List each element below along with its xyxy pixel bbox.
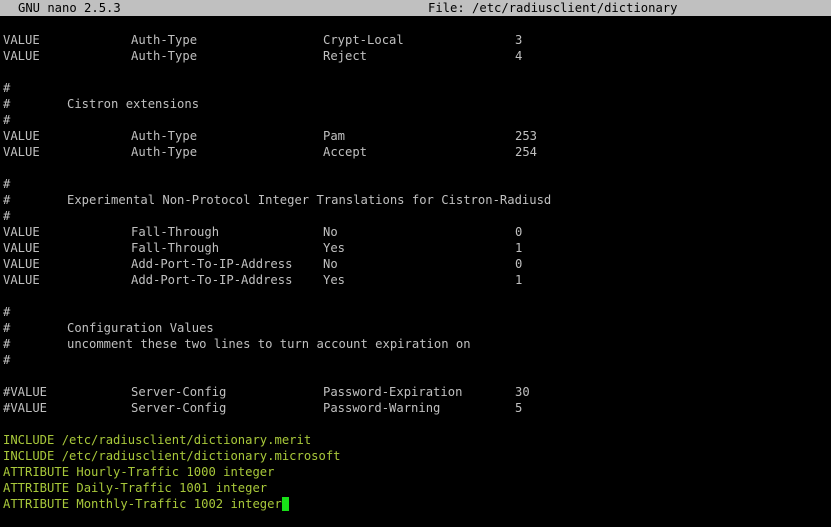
line-attribute: Auth-Type bbox=[131, 129, 198, 143]
editor-line[interactable]: # bbox=[3, 304, 831, 320]
line-attribute: Add-Port-To-IP-Address bbox=[131, 273, 293, 287]
line-value-name: Pam bbox=[323, 129, 346, 143]
editor-line[interactable] bbox=[3, 288, 831, 304]
comment-marker: # bbox=[3, 113, 11, 127]
comment-text: uncomment these two lines to turn accoun… bbox=[67, 337, 471, 351]
editor-line[interactable]: INCLUDE /etc/radiusclient/dictionary.mer… bbox=[3, 432, 831, 448]
editor-line[interactable]: # bbox=[3, 176, 831, 192]
editor-line[interactable]: VALUE Fall-Through No 0 bbox=[3, 224, 831, 240]
comment-marker: # bbox=[3, 209, 11, 223]
editor-line[interactable]: VALUE Add-Port-To-IP-Address Yes 1 bbox=[3, 272, 831, 288]
line-value-name: Yes bbox=[323, 273, 346, 287]
editor-line[interactable]: # bbox=[3, 80, 831, 96]
line-value-number: 3 bbox=[515, 33, 523, 47]
directive-text: ATTRIBUTE Monthly-Traffic 1002 integer bbox=[3, 497, 282, 511]
editor-line[interactable]: ATTRIBUTE Hourly-Traffic 1000 integer bbox=[3, 464, 831, 480]
editor-line[interactable]: VALUE Add-Port-To-IP-Address No 0 bbox=[3, 256, 831, 272]
editor-name: GNU nano 2.5.3 bbox=[18, 1, 121, 15]
editor-line[interactable] bbox=[3, 64, 831, 80]
comment-marker: # bbox=[3, 97, 11, 111]
comment-marker: # bbox=[3, 353, 11, 367]
directive-text: INCLUDE /etc/radiusclient/dictionary.mer… bbox=[3, 433, 312, 447]
line-keyword: VALUE bbox=[3, 257, 40, 271]
directive-text: ATTRIBUTE Hourly-Traffic 1000 integer bbox=[3, 465, 275, 479]
editor-line[interactable]: # Experimental Non-Protocol Integer Trans… bbox=[3, 192, 831, 208]
editor-line[interactable]: # Configuration Values bbox=[3, 320, 831, 336]
editor-line[interactable]: # bbox=[3, 208, 831, 224]
line-value-number: 254 bbox=[515, 145, 538, 159]
line-keyword: #VALUE bbox=[3, 401, 48, 415]
comment-marker: # bbox=[3, 337, 11, 351]
line-value-number: 0 bbox=[515, 225, 523, 239]
editor-line[interactable]: VALUE Auth-Type Pam 253 bbox=[3, 128, 831, 144]
line-value-name: Password-Warning bbox=[323, 401, 441, 415]
line-attribute: Auth-Type bbox=[131, 145, 198, 159]
comment-marker: # bbox=[3, 305, 11, 319]
line-value-name: Crypt-Local bbox=[323, 33, 404, 47]
editor-line[interactable]: # Cistron extensions bbox=[3, 96, 831, 112]
comment-marker: # bbox=[3, 193, 11, 207]
editor-line[interactable]: ATTRIBUTE Daily-Traffic 1001 integer bbox=[3, 480, 831, 496]
comment-marker: # bbox=[3, 177, 11, 191]
line-attribute: Auth-Type bbox=[131, 33, 198, 47]
directive-text: ATTRIBUTE Daily-Traffic 1001 integer bbox=[3, 481, 268, 495]
nano-title-bar: GNU nano 2.5.3 File: /etc/radiusclient/d… bbox=[0, 0, 831, 16]
editor-line[interactable]: VALUE Auth-Type Crypt-Local 3 bbox=[3, 32, 831, 48]
line-attribute: Add-Port-To-IP-Address bbox=[131, 257, 293, 271]
line-keyword: VALUE bbox=[3, 241, 40, 255]
comment-text: Experimental Non-Protocol Integer Transl… bbox=[67, 193, 552, 207]
editor-line[interactable]: VALUE Auth-Type Reject 4 bbox=[3, 48, 831, 64]
editor-line[interactable]: VALUE Fall-Through Yes 1 bbox=[3, 240, 831, 256]
line-value-name: Accept bbox=[323, 145, 368, 159]
comment-marker: # bbox=[3, 81, 11, 95]
editor-line[interactable] bbox=[3, 416, 831, 432]
text-cursor bbox=[282, 497, 289, 511]
line-attribute: Server-Config bbox=[131, 385, 227, 399]
line-value-name: Yes bbox=[323, 241, 346, 255]
line-value-number: 30 bbox=[515, 385, 530, 399]
line-value-number: 1 bbox=[515, 241, 523, 255]
comment-marker: # bbox=[3, 321, 11, 335]
line-value-name: No bbox=[323, 257, 338, 271]
editor-line[interactable]: #VALUE Server-Config Password-Warning 5 bbox=[3, 400, 831, 416]
editor-line[interactable]: # bbox=[3, 112, 831, 128]
line-value-number: 5 bbox=[515, 401, 523, 415]
line-keyword: VALUE bbox=[3, 273, 40, 287]
line-keyword: VALUE bbox=[3, 129, 40, 143]
editor-line[interactable]: VALUE Auth-Type Accept 254 bbox=[3, 144, 831, 160]
comment-text: Configuration Values bbox=[67, 321, 214, 335]
line-keyword: #VALUE bbox=[3, 385, 48, 399]
editor-line[interactable] bbox=[3, 160, 831, 176]
line-value-number: 0 bbox=[515, 257, 523, 271]
editor-line[interactable]: # bbox=[3, 352, 831, 368]
line-value-number: 1 bbox=[515, 273, 523, 287]
line-keyword: VALUE bbox=[3, 33, 40, 47]
editor-line[interactable]: #VALUE Server-Config Password-Expiration 30 bbox=[3, 384, 831, 400]
line-value-number: 4 bbox=[515, 49, 523, 63]
line-keyword: VALUE bbox=[3, 145, 40, 159]
editor-text-area[interactable]: VALUE Auth-Type Crypt-Local 3 VALUE Auth-Type… bbox=[3, 32, 831, 512]
editor-line[interactable]: # uncomment these two lines to turn accou… bbox=[3, 336, 831, 352]
file-path: File: /etc/radiusclient/dictionary bbox=[428, 1, 678, 15]
directive-text: INCLUDE /etc/radiusclient/dictionary.mic… bbox=[3, 449, 341, 463]
editor-line[interactable] bbox=[3, 368, 831, 384]
editor-line[interactable]: ATTRIBUTE Monthly-Traffic 1002 integer bbox=[3, 496, 831, 512]
line-keyword: VALUE bbox=[3, 49, 40, 63]
line-value-name: Password-Expiration bbox=[323, 385, 463, 399]
line-attribute: Server-Config bbox=[131, 401, 227, 415]
line-value-name: No bbox=[323, 225, 338, 239]
line-keyword: VALUE bbox=[3, 225, 40, 239]
comment-text: Cistron extensions bbox=[67, 97, 200, 111]
line-attribute: Auth-Type bbox=[131, 49, 198, 63]
line-value-name: Reject bbox=[323, 49, 368, 63]
line-attribute: Fall-Through bbox=[131, 241, 220, 255]
line-attribute: Fall-Through bbox=[131, 225, 220, 239]
line-value-number: 253 bbox=[515, 129, 538, 143]
editor-line[interactable]: INCLUDE /etc/radiusclient/dictionary.mic… bbox=[3, 448, 831, 464]
